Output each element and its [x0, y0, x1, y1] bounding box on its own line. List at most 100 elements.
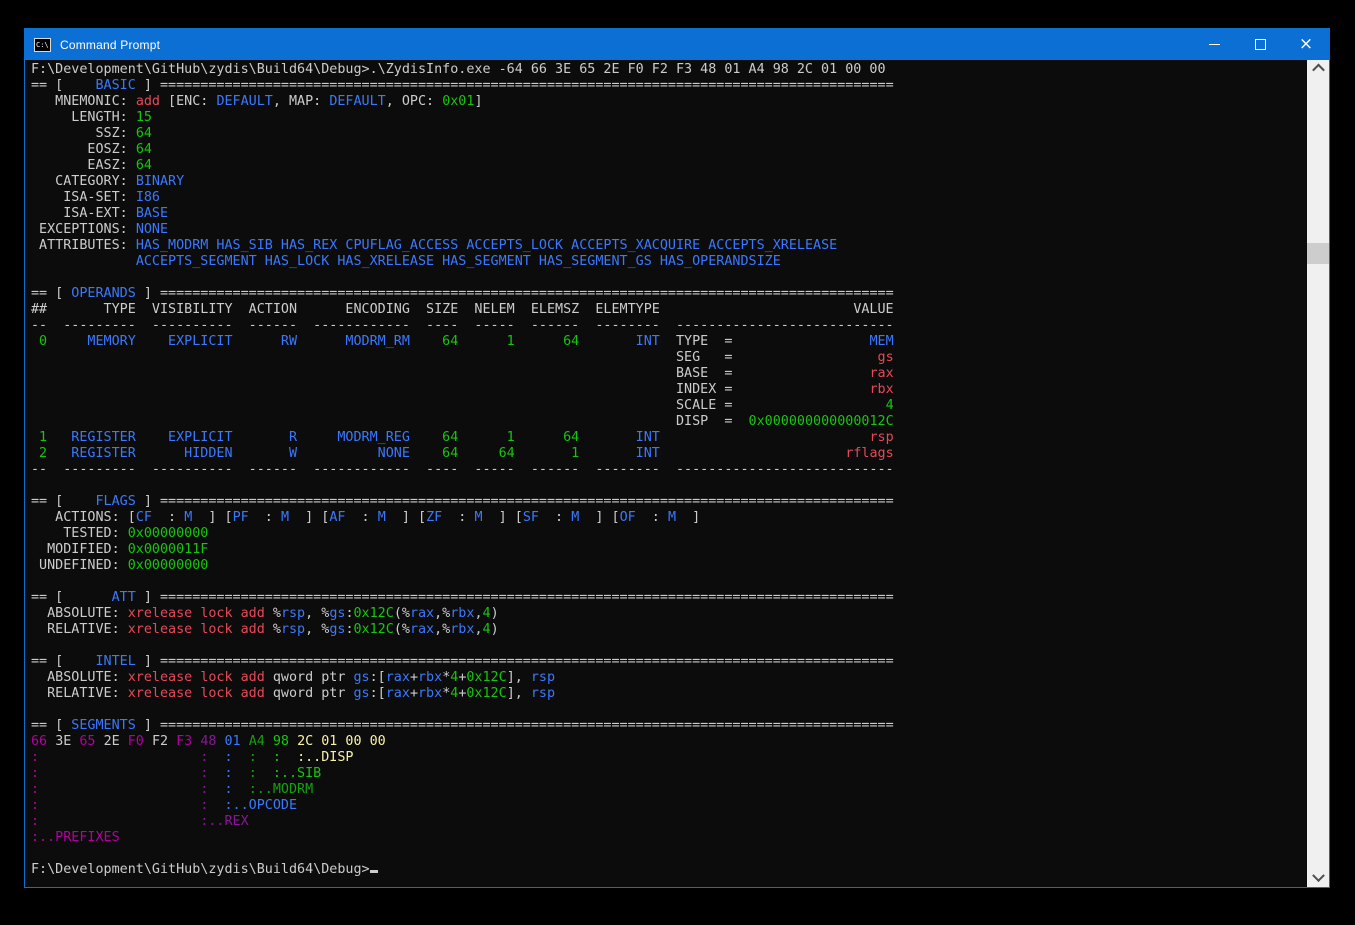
terminal-text: gs — [354, 670, 370, 685]
terminal-text: 64 — [410, 430, 458, 445]
terminal-line: EASZ: 64 — [31, 158, 1307, 174]
terminal-text: MEM — [870, 334, 894, 349]
terminal-text — [233, 782, 249, 797]
terminal-text: DISP = — [676, 414, 732, 429]
terminal-text: W — [233, 446, 298, 461]
terminal-text: ] — [136, 654, 160, 669]
terminal-text: BASE = — [676, 366, 732, 381]
terminal-text: F2 — [152, 734, 168, 749]
scrollbar-up-arrow[interactable] — [1307, 60, 1329, 77]
terminal-text — [144, 734, 152, 749]
terminal-text: ========================================… — [160, 718, 894, 733]
terminal-text — [39, 814, 200, 829]
terminal-line: SSZ: 64 — [31, 126, 1307, 142]
terminal-text: 4 — [483, 622, 491, 637]
terminal-text: F3 — [176, 734, 192, 749]
terminal-text: 0x12C — [466, 686, 506, 701]
terminal-text: SEG = — [676, 350, 732, 365]
terminal-text — [39, 782, 200, 797]
terminal-text: ,% — [434, 606, 450, 621]
terminal-text: : — [31, 750, 39, 765]
terminal-output[interactable]: F:\Development\GitHub\zydis\Build64\Debu… — [25, 60, 1307, 887]
terminal-text: (% — [394, 606, 410, 621]
terminal-text: 2C 01 00 00 — [297, 734, 386, 749]
terminal-text: == [ — [31, 654, 63, 669]
terminal-text: : — [249, 510, 281, 525]
terminal-text: SEGMENTS — [63, 718, 136, 733]
terminal-line: ## TYPE VISIBILITY ACTION ENCODING SIZE … — [31, 302, 1307, 318]
terminal-text: ========================================… — [160, 286, 894, 301]
terminal-cursor — [370, 870, 378, 873]
terminal-text — [660, 302, 853, 317]
terminal-text: == [ — [31, 286, 63, 301]
terminal-text: M — [378, 510, 386, 525]
terminal-text — [96, 734, 104, 749]
terminal-text: 1 — [515, 446, 580, 461]
scrollbar-thumb[interactable] — [1307, 243, 1329, 264]
terminal-text: ) — [491, 606, 499, 621]
terminal-text: REGISTER — [47, 446, 136, 461]
maximize-button[interactable] — [1237, 29, 1283, 60]
terminal-line: 0 MEMORY EXPLICIT RW MODRM_RM 64 1 64 IN… — [31, 334, 1307, 350]
terminal-text: ) — [491, 622, 499, 637]
title-bar[interactable]: C:\ Command Prompt × — [25, 29, 1329, 60]
terminal-text: INT — [579, 430, 660, 445]
terminal-text: ] — [136, 78, 160, 93]
terminal-line: -- --------- ---------- ------ ---------… — [31, 318, 1307, 334]
terminal-text: 0x00000000 — [128, 558, 209, 573]
terminal-text: ] [ — [289, 510, 329, 525]
terminal-text — [241, 734, 249, 749]
terminal-text: : — [345, 510, 377, 525]
terminal-text: SSZ: — [31, 126, 136, 141]
terminal-text — [732, 382, 869, 397]
minimize-button[interactable] — [1191, 29, 1237, 60]
terminal-text: : — [225, 750, 233, 765]
terminal-line: EXCEPTIONS: NONE — [31, 222, 1307, 238]
terminal-text: 98 — [273, 734, 289, 749]
terminal-text: NONE — [297, 446, 410, 461]
terminal-text: rbx — [869, 382, 893, 397]
scrollbar-down-arrow[interactable] — [1307, 870, 1329, 887]
terminal-line — [31, 702, 1307, 718]
terminal-text: UNDEFINED: — [31, 558, 128, 573]
terminal-text: gs — [329, 622, 345, 637]
terminal-text: TYPE = — [660, 334, 733, 349]
terminal-line: INDEX = rbx — [31, 382, 1307, 398]
terminal-text: 64 — [515, 430, 580, 445]
terminal-text: add — [241, 670, 265, 685]
terminal-line: MODIFIED: 0x0000011F — [31, 542, 1307, 558]
terminal-text: ACTIONS: [ — [31, 510, 136, 525]
terminal-text: OF — [620, 510, 636, 525]
cmd-icon: C:\ — [34, 38, 51, 52]
terminal-text: M — [668, 510, 676, 525]
terminal-text: VALUE — [853, 302, 893, 317]
terminal-text: 64 — [136, 126, 152, 141]
terminal-text: :..MODRM — [249, 782, 314, 797]
terminal-text: rbx — [450, 622, 474, 637]
minimize-icon — [1209, 44, 1220, 45]
terminal-text: CF — [136, 510, 152, 525]
terminal-text: INTEL — [63, 654, 136, 669]
terminal-text: :..OPCODE — [225, 798, 298, 813]
terminal-text: ISA-SET: — [31, 190, 136, 205]
terminal-line: F:\Development\GitHub\zydis\Build64\Debu… — [31, 862, 1307, 878]
terminal-text: % — [265, 622, 281, 637]
terminal-text: OPERANDS — [63, 286, 136, 301]
terminal-text: INT — [579, 334, 660, 349]
terminal-line: ABSOLUTE: xrelease lock add %rsp, %gs:0x… — [31, 606, 1307, 622]
terminal-line: UNDEFINED: 0x00000000 — [31, 558, 1307, 574]
terminal-line — [31, 638, 1307, 654]
terminal-text: ACCEPTS_SEGMENT HAS_LOCK HAS_XRELEASE HA… — [136, 254, 781, 269]
terminal-text: 0x12C — [354, 622, 394, 637]
terminal-text: RW — [233, 334, 298, 349]
terminal-text: % — [265, 606, 281, 621]
terminal-line: MNEMONIC: add [ENC: DEFAULT, MAP: DEFAUL… — [31, 94, 1307, 110]
terminal-line: ISA-EXT: BASE — [31, 206, 1307, 222]
terminal-text: , OPC: — [386, 94, 442, 109]
scrollbar[interactable] — [1307, 60, 1329, 887]
terminal-text — [265, 734, 273, 749]
close-button[interactable]: × — [1283, 29, 1329, 60]
terminal-text: rsp — [281, 622, 305, 637]
terminal-text: RELATIVE: — [31, 622, 128, 637]
terminal-line: CATEGORY: BINARY — [31, 174, 1307, 190]
